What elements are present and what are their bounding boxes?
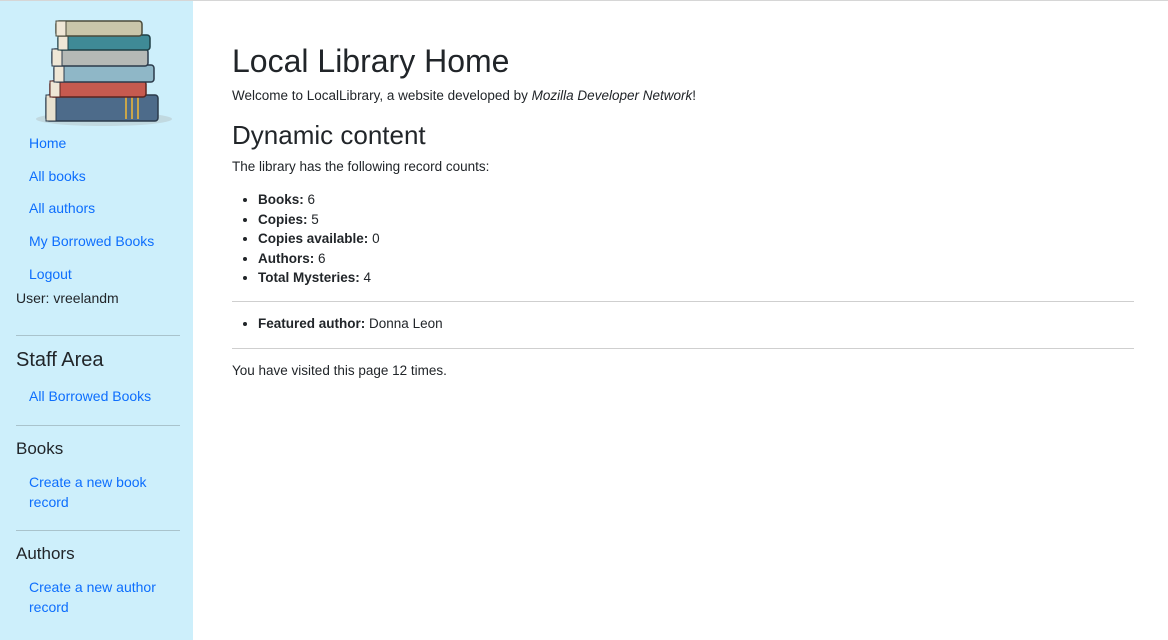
home-link[interactable]: Home <box>29 135 66 151</box>
record-counts-intro: The library has the following record cou… <box>232 159 490 174</box>
sidebar-item-all-authors[interactable]: All authors <box>29 197 154 230</box>
count-value: 5 <box>311 211 319 227</box>
authors-heading: Authors <box>16 544 75 563</box>
dynamic-content-heading: Dynamic content <box>232 120 426 150</box>
stack-of-books-logo <box>36 20 172 126</box>
count-value: 4 <box>363 270 372 286</box>
count-label: Copies: <box>258 211 308 227</box>
content-divider <box>232 348 1134 349</box>
all-books-link[interactable]: All books <box>29 168 86 184</box>
books-heading: Books <box>16 439 64 458</box>
list-item: Authors: 6 <box>258 250 380 270</box>
welcome-prefix: Welcome to LocalLibrary, a website devel… <box>232 88 532 103</box>
count-label: Total Mysteries: <box>258 270 360 286</box>
sidebar-divider <box>16 425 180 426</box>
create-book-link[interactable]: Create a new book record <box>29 472 179 512</box>
create-author-link[interactable]: Create a new author record <box>29 577 179 617</box>
page-title: Local Library Home <box>232 43 510 79</box>
featured-author-name: Donna Leon <box>369 316 443 331</box>
list-item: Featured author: Donna Leon <box>258 316 443 331</box>
count-value: 6 <box>318 250 326 266</box>
list-item: Books: 6 <box>258 191 380 211</box>
sidebar: Home All books All authors My Borrowed B… <box>0 1 193 640</box>
welcome-suffix: ! <box>692 88 696 103</box>
sidebar-item-all-books[interactable]: All books <box>29 165 154 198</box>
logout-link[interactable]: Logout <box>29 266 72 282</box>
record-counts-list: Books: 6 Copies: 5 Copies available: 0 A… <box>258 191 380 289</box>
content-divider <box>232 301 1134 302</box>
all-authors-link[interactable]: All authors <box>29 200 95 216</box>
count-label: Books: <box>258 192 304 207</box>
count-value: 6 <box>307 192 316 207</box>
list-item: Copies: 5 <box>258 211 380 231</box>
sidebar-item-home[interactable]: Home <box>29 132 154 165</box>
list-item: Total Mysteries: 4 <box>258 269 380 289</box>
count-label: Authors: <box>258 250 315 266</box>
featured-author-label: Featured author: <box>258 316 366 331</box>
list-item: Copies available: 0 <box>258 230 380 250</box>
welcome-organization: Mozilla Developer Network <box>531 88 693 103</box>
visit-count-text: You have visited this page 12 times. <box>232 363 447 378</box>
sidebar-item-my-borrowed-books[interactable]: My Borrowed Books <box>29 230 154 263</box>
sidebar-divider <box>16 530 180 531</box>
featured-author-list: Featured author: Donna Leon <box>258 316 443 331</box>
all-borrowed-books-link[interactable]: All Borrowed Books <box>29 386 179 406</box>
count-value: 0 <box>372 231 380 247</box>
staff-area-heading: Staff Area <box>16 349 104 371</box>
sidebar-nav: Home All books All authors My Borrowed B… <box>29 132 154 295</box>
count-label: Copies available: <box>258 231 369 247</box>
current-user-label: User: vreelandm <box>16 290 119 306</box>
welcome-text: Welcome to LocalLibrary, a website devel… <box>232 88 696 103</box>
my-borrowed-books-link[interactable]: My Borrowed Books <box>29 233 154 249</box>
sidebar-divider <box>16 335 180 336</box>
